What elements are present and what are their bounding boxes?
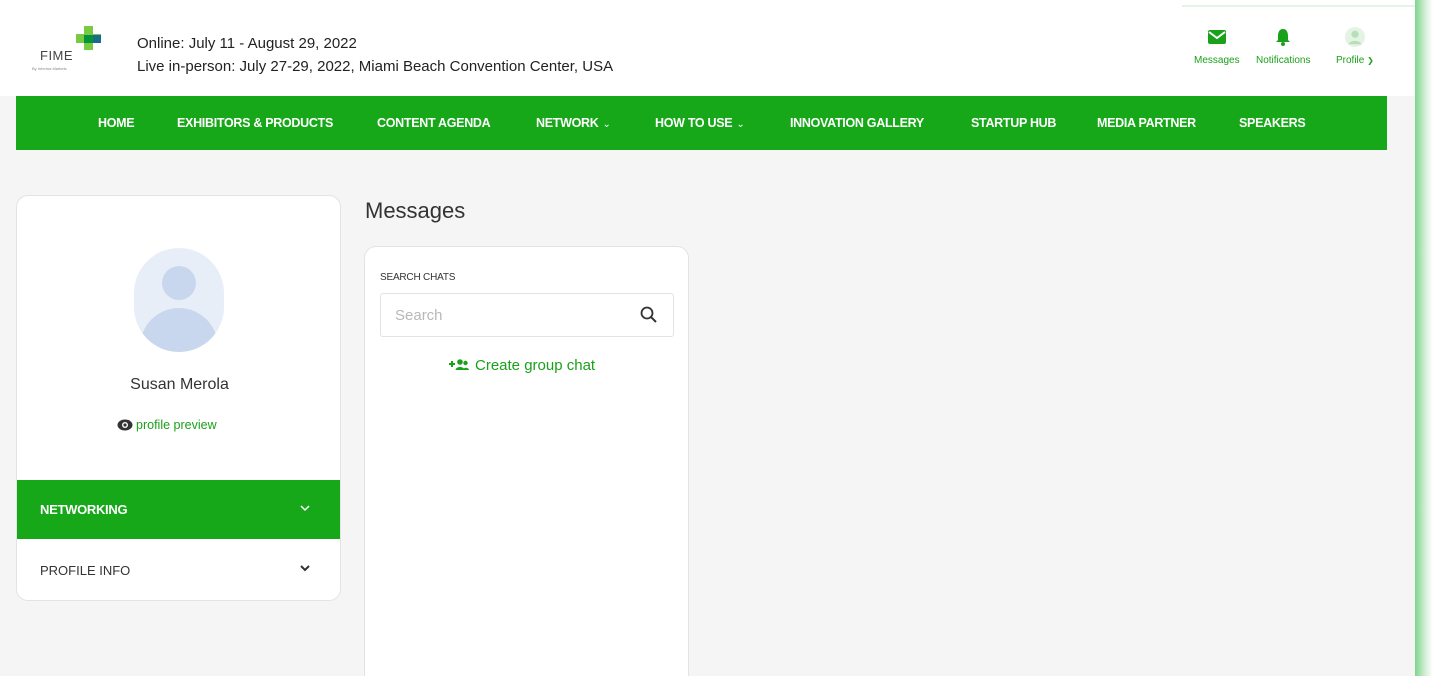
header-actions: Messages Notifications Profile ❯	[1182, 5, 1415, 95]
nav-network[interactable]: NETWORK ⌄	[536, 96, 611, 150]
section-networking-label: NETWORKING	[40, 502, 128, 517]
chevron-down-icon: ⌄	[602, 119, 611, 130]
profile-preview-link[interactable]: profile preview	[117, 418, 217, 432]
messages-button[interactable]: Messages	[1194, 27, 1240, 66]
notifications-label: Notifications	[1256, 55, 1311, 66]
create-group-chat-button[interactable]: Create group chat	[449, 357, 595, 374]
profile-sidebar: Susan Merola profile preview NETWORKING …	[16, 195, 341, 601]
create-group-chat-label: Create group chat	[475, 357, 596, 374]
nav-speakers[interactable]: SPEAKERS	[1239, 96, 1306, 150]
online-dates: Online: July 11 - August 29, 2022	[137, 35, 357, 52]
nav-innovation-gallery[interactable]: INNOVATION GALLERY	[790, 96, 924, 150]
page-edge-shadow	[1415, 0, 1433, 676]
nav-how-to-use-label: HOW TO USE	[655, 116, 733, 130]
avatar-body-shape	[140, 308, 218, 352]
messages-label: Messages	[1194, 55, 1240, 66]
page-title: Messages	[365, 198, 466, 223]
chevron-down-icon	[300, 565, 310, 572]
nav-content-agenda[interactable]: CONTENT AGENDA	[377, 96, 491, 150]
user-avatar-icon	[1344, 27, 1365, 47]
main-navigation: HOME EXHIBITORS & PRODUCTS CONTENT AGEND…	[16, 96, 1387, 150]
bell-icon	[1276, 29, 1291, 46]
search-icon[interactable]	[639, 305, 659, 325]
live-dates: Live in-person: July 27-29, 2022, Miami …	[137, 58, 614, 75]
section-profile-info[interactable]: PROFILE INFO	[17, 540, 340, 600]
nav-startup-hub[interactable]: STARTUP HUB	[971, 96, 1056, 150]
profile-label: Profile	[1336, 55, 1365, 66]
event-info: Online: July 11 - August 29, 2022 Live i…	[137, 32, 613, 78]
logo-subtext: By Informa Markets	[32, 66, 67, 71]
section-networking[interactable]: NETWORKING	[17, 480, 340, 539]
avatar	[134, 248, 224, 352]
user-name: Susan Merola	[130, 376, 229, 393]
logo-text: FIME	[40, 48, 74, 63]
nav-how-to-use[interactable]: HOW TO USE ⌄	[655, 96, 745, 150]
notifications-button[interactable]: Notifications	[1256, 27, 1310, 66]
chevron-down-icon: ⌄	[736, 119, 745, 130]
eye-icon	[117, 419, 133, 431]
profile-preview-label: profile preview	[136, 418, 217, 432]
chat-list-panel: SEARCH CHATS Create group chat	[364, 246, 689, 676]
add-group-icon	[449, 359, 469, 370]
chevron-down-icon	[300, 505, 310, 512]
profile-menu-button[interactable]: Profile ❯	[1336, 27, 1374, 66]
search-input[interactable]	[382, 295, 632, 335]
nav-media-partner[interactable]: MEDIA PARTNER	[1097, 96, 1196, 150]
search-chats-label: SEARCH CHATS	[380, 272, 456, 283]
avatar-head-shape	[162, 266, 196, 300]
nav-home[interactable]: HOME	[98, 96, 135, 150]
chevron-down-icon: ❯	[1367, 56, 1374, 65]
search-box	[380, 293, 674, 337]
envelope-icon	[1207, 30, 1226, 44]
fime-logo[interactable]: FIME By Informa Markets	[28, 26, 108, 96]
section-profile-info-label: PROFILE INFO	[40, 563, 131, 578]
nav-network-label: NETWORK	[536, 116, 599, 130]
nav-exhibitors-products[interactable]: EXHIBITORS & PRODUCTS	[177, 96, 333, 150]
